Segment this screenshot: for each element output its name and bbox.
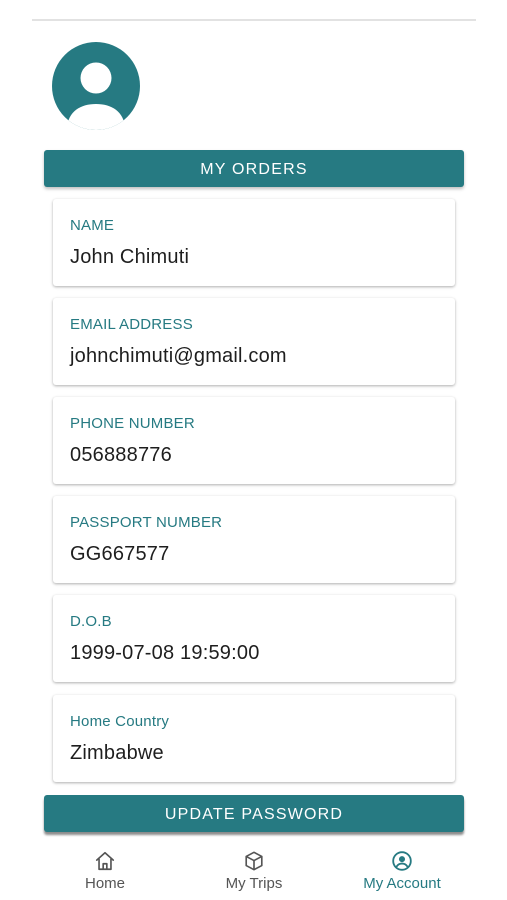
name-value: John Chimuti [70,246,190,268]
home-country-value: Zimbabwe [70,742,164,764]
user-avatar-icon [67,62,125,130]
cube-icon [245,851,263,871]
nav-label-my-trips: My Trips [225,875,283,892]
home-icon [95,851,115,871]
name-card: NAME John Chimuti [53,199,455,286]
avatar[interactable] [52,42,140,130]
passport-label: PASSPORT NUMBER [70,514,223,531]
phone-value: 056888776 [70,444,172,466]
my-account-screen: MY ORDERS NAME John Chimuti EMAIL ADDRES… [0,0,507,900]
account-circle-icon [392,851,412,871]
nav-label-home: Home [84,875,125,892]
phone-card: PHONE NUMBER 056888776 [53,397,455,484]
email-value: johnchimuti@gmail.com [70,345,287,367]
phone-label: PHONE NUMBER [70,415,195,432]
nav-item-my-account[interactable]: My Account [327,838,477,900]
my-orders-button[interactable]: MY ORDERS [44,150,464,187]
top-divider [32,19,476,21]
email-label: EMAIL ADDRESS [70,316,193,333]
nav-item-home[interactable]: Home [30,838,180,900]
nav-item-my-trips[interactable]: My Trips [179,838,329,900]
email-card: EMAIL ADDRESS johnchimuti@gmail.com [53,298,455,385]
dob-value: 1999-07-08 19:59:00 [70,642,260,664]
passport-card: PASSPORT NUMBER GG667577 [53,496,455,583]
name-label: NAME [70,217,115,234]
bottom-navigation: Home My Trips My Account [0,838,507,900]
nav-label-my-account: My Account [363,875,441,892]
home-country-card: Home Country Zimbabwe [53,695,455,782]
dob-label: D.O.B [70,613,112,630]
update-password-button[interactable]: UPDATE PASSWORD [44,795,464,832]
dob-card: D.O.B 1999-07-08 19:59:00 [53,595,455,682]
passport-value: GG667577 [70,543,170,565]
home-country-label: Home Country [70,713,170,730]
